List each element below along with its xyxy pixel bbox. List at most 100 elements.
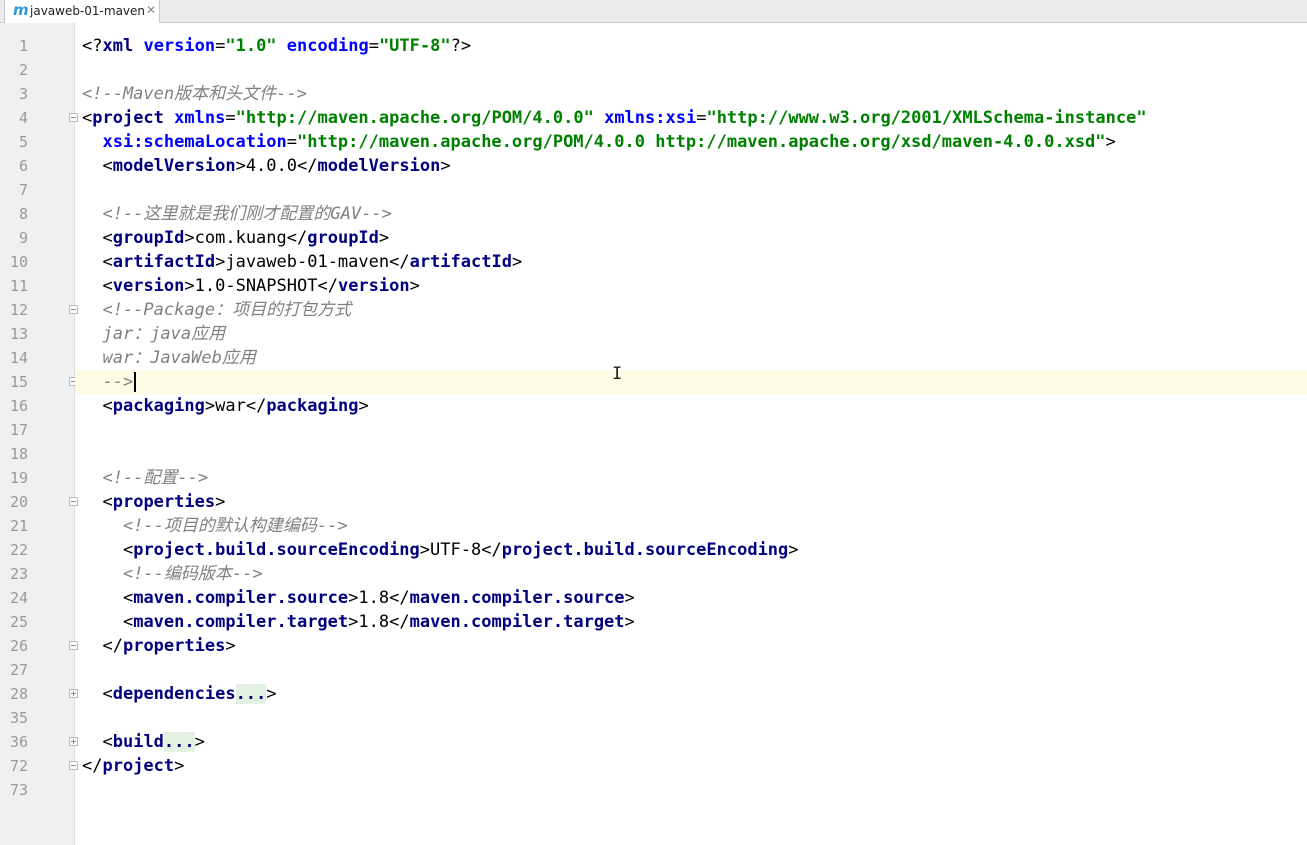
code-line[interactable]: <modelVersion>4.0.0</modelVersion> [75,154,1307,178]
line-number: 18 [9,445,28,463]
line-number: 7 [18,181,28,199]
code-line[interactable]: <?xml version="1.0" encoding="UTF-8"?> [75,34,1307,58]
code-token: project [102,756,175,776]
code-line[interactable]: <maven.compiler.source>1.8</maven.compil… [75,586,1307,610]
code-token: properties [122,636,226,656]
code-line[interactable] [75,58,1307,82]
code-line[interactable]: <build...> [75,730,1307,754]
code-token: < [102,156,113,176]
code-token: encoding [286,36,369,56]
code-line[interactable]: <maven.compiler.target>1.8</maven.compil… [75,610,1307,634]
code-line[interactable]: <version>1.0-SNAPSHOT</version> [75,274,1307,298]
code-token: <!--Maven版本和头文件--> [82,84,307,104]
code-line[interactable]: <project xmlns="http://maven.apache.org/… [75,106,1307,130]
code-line[interactable]: <properties> [75,490,1307,514]
code-line[interactable]: <!--配置--> [75,466,1307,490]
code-token: "http://www.w3.org/2001/XMLSchema-instan… [706,108,1147,128]
code-token: groupId [112,228,185,248]
code-token: artifactId [112,252,216,272]
code-token: war：JavaWeb应用 [102,348,256,368]
code-line-text: <groupId>com.kuang</groupId> [82,226,389,250]
code-line-text: xsi:schemaLocation="http://maven.apache.… [82,130,1115,154]
maven-m-icon: m [13,1,29,19]
code-token: > [624,588,635,608]
code-line[interactable]: <!--项目的默认构建编码--> [75,514,1307,538]
code-token: <!--配置--> [102,468,209,488]
code-token: < [102,492,113,512]
code-token: ?> [450,36,472,56]
code-line[interactable]: xsi:schemaLocation="http://maven.apache.… [75,130,1307,154]
mouse-ibeam-cursor: I [612,364,623,384]
code-token: </ [286,228,308,248]
code-token: > [358,396,369,416]
code-token: project.build.sourceEncoding [133,540,420,560]
code-token: </ [297,156,318,176]
code-token: ... [163,732,195,752]
code-line[interactable] [75,706,1307,730]
tab-label: javaweb-01-maven [30,4,146,18]
line-number: 13 [9,325,28,343]
code-line-text: jar：java应用 [82,322,225,346]
code-token: version [112,276,185,296]
code-token: > [419,540,431,560]
code-line[interactable]: <!--Package：项目的打包方式 [75,298,1307,322]
line-number: 3 [18,85,28,103]
code-line[interactable]: <artifactId>javaweb-01-maven</artifactId… [75,250,1307,274]
code-line[interactable]: </project> [75,754,1307,778]
line-number: 26 [9,637,28,655]
tab-pom-file[interactable]: m javaweb-01-maven ✕ [4,0,160,23]
code-line[interactable]: war：JavaWeb应用 [75,346,1307,370]
code-line-text: </project> [82,754,184,778]
code-token: < [122,612,134,632]
code-line[interactable]: <dependencies...> [75,682,1307,706]
line-number: 20 [9,493,28,511]
code-line[interactable] [75,658,1307,682]
code-token: dependencies [112,684,236,704]
code-token: > [194,732,205,752]
code-token: > [215,492,226,512]
code-editor[interactable]: <?xml version="1.0" encoding="UTF-8"?> <!… [75,23,1307,845]
line-number: 23 [9,565,28,583]
code-line-text: <!--Package：项目的打包方式 [82,298,351,322]
code-token: </ [389,588,410,608]
code-line-text: <!--编码版本--> [82,562,263,586]
code-line[interactable]: <project.build.sourceEncoding>UTF-8</pro… [75,538,1307,562]
code-line[interactable] [75,442,1307,466]
code-line-text: <!--项目的默认构建编码--> [82,514,348,538]
code-line[interactable]: --> [75,370,1307,394]
code-line[interactable]: <!--编码版本--> [75,562,1307,586]
code-line[interactable] [75,778,1307,802]
code-line[interactable]: <groupId>com.kuang</groupId> [75,226,1307,250]
line-number: 12 [9,301,28,319]
code-line[interactable] [75,418,1307,442]
code-token: = [696,108,707,128]
code-token: > [184,228,195,248]
code-token: maven.compiler.target [409,612,625,632]
code-token: jar：java应用 [102,324,226,344]
code-line[interactable] [75,178,1307,202]
code-line[interactable]: <!--Maven版本和头文件--> [75,82,1307,106]
line-number: 4 [18,109,28,127]
code-token: > [511,252,523,272]
code-token: </ [481,540,502,560]
code-token: = [286,132,297,152]
close-icon[interactable]: ✕ [146,3,156,17]
code-token: "UTF-8" [378,36,451,56]
code-line[interactable]: <packaging>war</packaging> [75,394,1307,418]
line-number: 27 [9,661,28,679]
line-number: 8 [18,205,28,223]
code-line[interactable]: jar：java应用 [75,322,1307,346]
code-token: </ [102,636,123,656]
code-token: version [337,276,410,296]
code-line[interactable]: <!--这里就是我们刚才配置的GAV--> [75,202,1307,226]
code-line[interactable]: </properties> [75,634,1307,658]
code-token: xmlns:xsi [604,108,697,128]
code-token: < [82,108,93,128]
